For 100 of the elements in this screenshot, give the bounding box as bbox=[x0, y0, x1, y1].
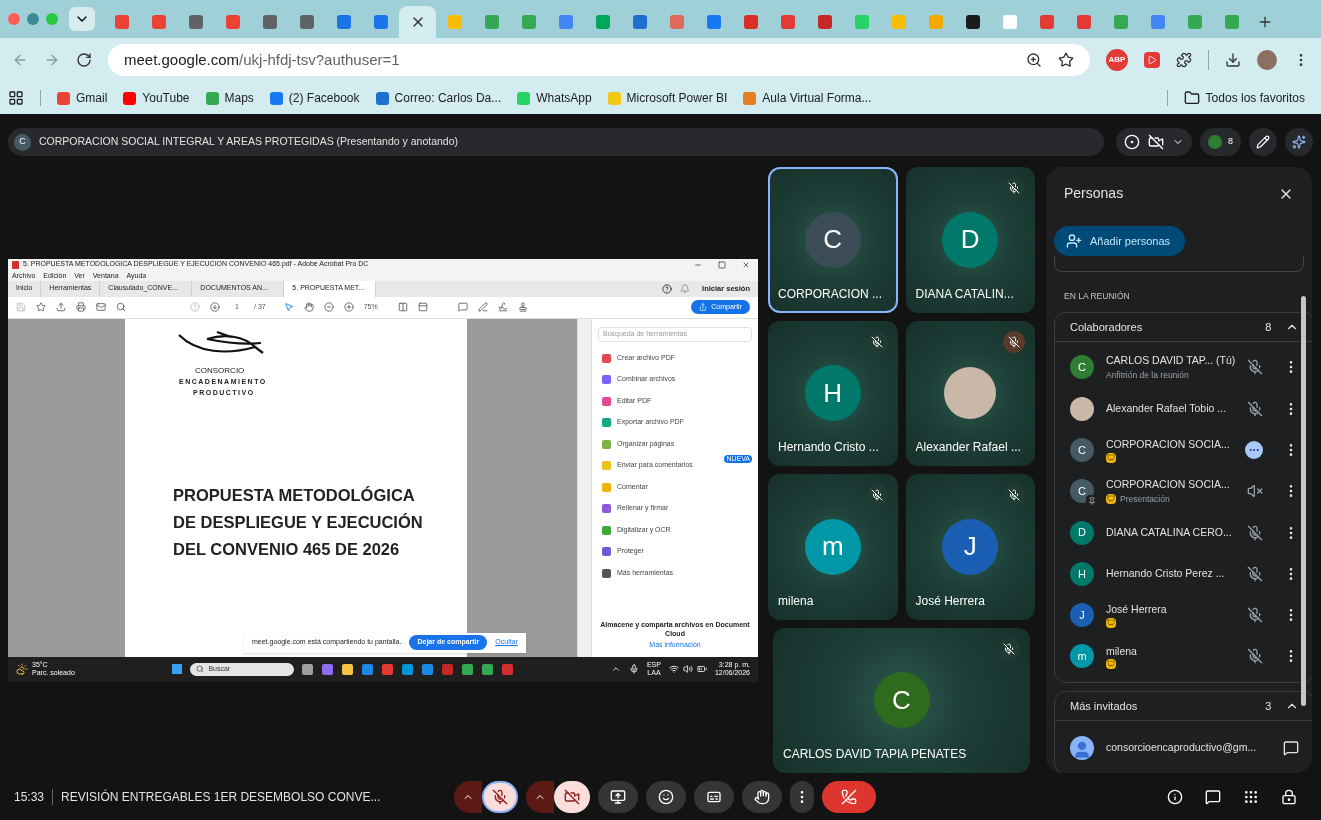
taskbar-app-icon[interactable] bbox=[342, 663, 354, 675]
participant-row[interactable]: C CARLOS DAVID TAP... (Tú) Anfitrión de la reunión bbox=[1055, 346, 1312, 389]
taskbar-app-icon[interactable] bbox=[482, 663, 494, 675]
chat-icon[interactable] bbox=[1283, 739, 1300, 756]
forward-icon[interactable] bbox=[44, 52, 60, 68]
leave-call-button[interactable] bbox=[822, 780, 876, 813]
maximize-icon[interactable] bbox=[718, 260, 726, 269]
camera-button[interactable] bbox=[554, 780, 590, 813]
taskbar-app-icon[interactable] bbox=[362, 663, 374, 675]
camera-off-icon[interactable] bbox=[1148, 134, 1164, 150]
section-label: EN LA REUNIÓN bbox=[1063, 290, 1131, 303]
participant-tile[interactable]: J José Herrera bbox=[905, 474, 1035, 620]
add-person-icon bbox=[1066, 233, 1082, 249]
comment-icon[interactable] bbox=[457, 302, 468, 312]
document-heading: DEL CONVENIO 465 DE 2026 bbox=[173, 538, 401, 560]
gemini-button[interactable] bbox=[1285, 128, 1313, 156]
reload-icon[interactable] bbox=[76, 52, 92, 68]
taskbar-app-icon[interactable] bbox=[322, 663, 334, 675]
pen-button[interactable] bbox=[1249, 128, 1277, 156]
next-page-icon[interactable] bbox=[210, 302, 220, 312]
microphone-button[interactable] bbox=[482, 780, 518, 813]
zoom-in-icon[interactable] bbox=[343, 302, 354, 312]
new-tab-icon[interactable] bbox=[1257, 14, 1273, 30]
search-icon[interactable] bbox=[116, 302, 126, 312]
wifi-icon[interactable] bbox=[668, 664, 679, 674]
extensions-icon[interactable] bbox=[1176, 52, 1192, 68]
bookmark-link[interactable]: Maps bbox=[205, 89, 254, 107]
star-icon[interactable] bbox=[36, 302, 46, 312]
bookmark-link[interactable]: Correo: Carlos Da... bbox=[375, 89, 502, 107]
activities-icon[interactable] bbox=[1243, 788, 1259, 805]
participant-row[interactable]: C CORPORACION SOCIA... Presentación bbox=[1055, 470, 1312, 512]
pen-icon bbox=[1256, 135, 1270, 149]
bookmark-link[interactable]: WhatsApp bbox=[517, 89, 592, 107]
participants-button[interactable]: 8 bbox=[1200, 128, 1241, 156]
participant-name: Alexander Rafael Tobio ... bbox=[1106, 400, 1228, 416]
participant-tile[interactable]: C CORPORACION ... bbox=[768, 167, 898, 313]
battery-icon[interactable] bbox=[696, 664, 707, 674]
start-icon[interactable] bbox=[172, 664, 183, 674]
add-people-button[interactable]: Añadir personas bbox=[1054, 226, 1185, 256]
participant-row[interactable]: Alexander Rafael Tobio ... bbox=[1055, 388, 1312, 430]
tray-chevron-icon[interactable] bbox=[610, 664, 621, 674]
volume-icon[interactable] bbox=[682, 664, 693, 674]
participant-row[interactable]: D DIANA CATALINA CERO... bbox=[1055, 511, 1312, 554]
taskbar-app-icon[interactable] bbox=[302, 663, 314, 675]
record-icon[interactable] bbox=[1124, 134, 1140, 150]
participant-tile[interactable]: D DIANA CATALIN... bbox=[905, 167, 1035, 313]
taskbar-app-icon[interactable] bbox=[462, 663, 474, 675]
upload-icon[interactable] bbox=[56, 302, 66, 312]
participant-tile[interactable]: C CARLOS DAVID TAPIA PENATES bbox=[773, 627, 1030, 773]
pen-icon[interactable] bbox=[477, 302, 488, 312]
participant-tile[interactable]: Alexander Rafael ... bbox=[905, 320, 1035, 466]
hand-icon[interactable] bbox=[303, 302, 314, 312]
info-icon[interactable] bbox=[1167, 788, 1183, 805]
extension-icon[interactable] bbox=[1144, 52, 1160, 68]
profile-avatar[interactable] bbox=[1257, 50, 1277, 70]
participant-tile[interactable]: H Hernando Cristo ... bbox=[768, 320, 898, 466]
present-screen-button[interactable] bbox=[598, 780, 638, 813]
participant-row[interactable]: consorcioencaproductivo@gm... bbox=[1055, 726, 1312, 770]
participant-row[interactable]: C CORPORACION SOCIA... bbox=[1055, 429, 1312, 471]
pointer-icon[interactable] bbox=[283, 302, 294, 312]
apps-icon[interactable] bbox=[8, 90, 24, 106]
all-bookmarks-link[interactable]: Todos los favoritos bbox=[1183, 89, 1313, 107]
scrollbar[interactable] bbox=[1301, 296, 1306, 706]
download-icon[interactable] bbox=[1225, 52, 1241, 68]
raise-hand-button[interactable] bbox=[742, 780, 782, 813]
sign-icon[interactable] bbox=[497, 302, 508, 312]
zoom-out-icon[interactable] bbox=[323, 302, 334, 312]
folder-icon bbox=[1183, 90, 1200, 106]
host-controls-icon[interactable] bbox=[1281, 788, 1297, 805]
participant-role: Anfitrión de la reunión bbox=[1106, 368, 1189, 382]
zoom-icon[interactable] bbox=[1026, 52, 1042, 68]
participant-tile[interactable]: m milena bbox=[768, 474, 898, 620]
bookmark-star-icon[interactable] bbox=[1058, 52, 1074, 68]
meeting-name: REVISIÓN ENTREGABLES 1ER DESEMBOLSO CONVE... bbox=[61, 788, 381, 806]
bookmark-link[interactable]: Gmail bbox=[57, 89, 108, 107]
more-options-button[interactable] bbox=[790, 780, 814, 813]
participant-row[interactable]: m milena bbox=[1055, 635, 1312, 678]
participant-row[interactable]: J José Herrera bbox=[1055, 594, 1312, 636]
mic-tray-icon[interactable] bbox=[628, 664, 639, 674]
taskbar-app-icon[interactable] bbox=[402, 663, 414, 675]
bookmark-link[interactable]: YouTube bbox=[123, 89, 190, 107]
emoji-button[interactable] bbox=[646, 780, 686, 813]
stamp-icon[interactable] bbox=[517, 302, 528, 312]
participant-avatar: H bbox=[804, 365, 861, 422]
bookmark-link[interactable]: (2) Facebook bbox=[269, 89, 360, 107]
bookmark-link[interactable]: Aula Virtual Forma... bbox=[743, 89, 872, 107]
scroll-mode-icon[interactable] bbox=[417, 302, 428, 312]
captions-button[interactable] bbox=[694, 780, 734, 813]
mail-icon[interactable] bbox=[96, 302, 106, 312]
adblock-extension-icon[interactable]: ABP bbox=[1106, 49, 1128, 71]
participant-row[interactable]: H Hernando Cristo Perez ... bbox=[1055, 553, 1312, 595]
address-bar[interactable]: meet.google.com/ukj-hfdj-tsv?authuser=1 bbox=[108, 44, 1090, 76]
bookmark-link[interactable]: Microsoft Power BI bbox=[607, 89, 728, 107]
tab-search-button[interactable] bbox=[69, 7, 95, 31]
back-icon[interactable] bbox=[12, 52, 28, 68]
taskbar-app-icon[interactable] bbox=[422, 663, 434, 675]
help-icon[interactable] bbox=[662, 283, 673, 294]
page-layout-icon[interactable] bbox=[397, 302, 408, 312]
print-icon[interactable] bbox=[76, 302, 86, 312]
minimize-window-icon[interactable] bbox=[27, 13, 39, 25]
